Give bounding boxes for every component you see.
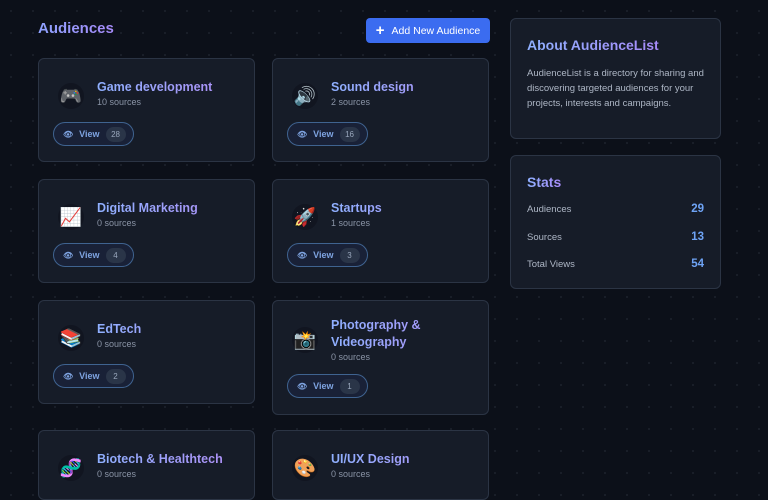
stat-value: 13: [691, 231, 704, 243]
eye-icon: 👁: [297, 250, 308, 260]
audience-sources: 0 sources: [97, 339, 137, 349]
gamepad-icon: 🎮: [58, 83, 84, 109]
speaker-icon: 🔊: [292, 83, 318, 109]
camera-icon: 📸: [292, 327, 318, 353]
audience-card-sound-design[interactable]: 🔊 Sound design 2 sources 👁 View 16: [272, 58, 489, 162]
page-title: Audiences: [38, 20, 114, 37]
audience-sources: 0 sources: [97, 469, 137, 479]
add-new-audience-button[interactable]: + Add New Audience: [366, 18, 490, 43]
view-label: View: [79, 129, 100, 139]
view-button[interactable]: 👁 View 4: [53, 243, 134, 267]
about-text: AudienceList is a directory for sharing …: [527, 68, 704, 109]
view-count-badge: 28: [105, 126, 126, 142]
view-button[interactable]: 👁 View 3: [287, 243, 368, 267]
audience-name[interactable]: UI/UX Design: [331, 451, 478, 468]
view-count-badge: 3: [339, 247, 360, 263]
about-title: About AudienceList: [527, 37, 659, 53]
stat-label: Total Views: [527, 258, 575, 270]
audience-name[interactable]: Digital Marketing: [97, 200, 244, 217]
chart-increasing-icon: 📈: [58, 204, 84, 230]
stat-row-audiences: Audiences 29: [527, 203, 704, 215]
view-button[interactable]: 👁 View 2: [53, 364, 134, 388]
audience-card-biotech-healthtech[interactable]: 🧬 Biotech & Healthtech 0 sources: [38, 430, 255, 500]
rocket-icon: 🚀: [292, 204, 318, 230]
view-button[interactable]: 👁 View 28: [53, 122, 134, 146]
view-label: View: [313, 250, 334, 260]
view-count-badge: 2: [105, 368, 126, 384]
audience-sources: 0 sources: [97, 218, 137, 228]
view-button[interactable]: 👁 View 16: [287, 122, 368, 146]
view-button[interactable]: 👁 View 1: [287, 374, 368, 398]
stat-label: Sources: [527, 231, 562, 243]
eye-icon: 👁: [297, 129, 308, 139]
view-label: View: [79, 371, 100, 381]
audience-name[interactable]: Startups: [331, 200, 478, 217]
plus-icon: +: [375, 21, 385, 39]
stat-label: Audiences: [527, 203, 572, 215]
view-count-badge: 1: [339, 378, 360, 394]
stat-value: 29: [691, 203, 704, 215]
audience-sources: 2 sources: [331, 97, 371, 107]
audience-name[interactable]: EdTech: [97, 321, 244, 338]
stat-row-sources: Sources 13: [527, 231, 704, 243]
audience-card-digital-marketing[interactable]: 📈 Digital Marketing 0 sources 👁 View 4: [38, 179, 255, 283]
books-icon: 📚: [58, 325, 84, 351]
view-count-badge: 16: [339, 126, 360, 142]
audience-name[interactable]: Biotech & Healthtech: [97, 451, 244, 468]
audience-sources: 0 sources: [331, 352, 371, 362]
audience-card-edtech[interactable]: 📚 EdTech 0 sources 👁 View 2: [38, 300, 255, 404]
eye-icon: 👁: [63, 371, 74, 381]
view-count-badge: 4: [105, 247, 126, 263]
audience-card-startups[interactable]: 🚀 Startups 1 sources 👁 View 3: [272, 179, 489, 283]
audience-card-ui-ux-design[interactable]: 🎨 UI/UX Design 0 sources: [272, 430, 489, 500]
audience-card-game-development[interactable]: 🎮 Game development 10 sources 👁 View 28: [38, 58, 255, 162]
audience-name[interactable]: Sound design: [331, 79, 478, 96]
eye-icon: 👁: [63, 250, 74, 260]
stats-title: Stats: [527, 174, 562, 190]
eye-icon: 👁: [297, 381, 308, 391]
stats-panel: Stats Audiences 29 Sources 13 Total View…: [510, 155, 721, 289]
dna-icon: 🧬: [58, 455, 84, 481]
audience-sources: 10 sources: [97, 97, 142, 107]
eye-icon: 👁: [63, 129, 74, 139]
stat-value: 54: [691, 258, 704, 270]
about-panel: About AudienceList AudienceList is a dir…: [510, 18, 721, 139]
view-label: View: [79, 250, 100, 260]
add-new-audience-label: Add New Audience: [391, 24, 481, 37]
palette-icon: 🎨: [292, 455, 318, 481]
stat-row-total-views: Total Views 54: [527, 258, 704, 270]
audience-card-photography-videography[interactable]: 📸 Photography & Videography 0 sources 👁 …: [272, 300, 489, 415]
audience-name[interactable]: Game development: [97, 79, 244, 96]
audience-name[interactable]: Photography & Videography: [331, 317, 478, 351]
view-label: View: [313, 381, 334, 391]
view-label: View: [313, 129, 334, 139]
audience-sources: 0 sources: [331, 469, 371, 479]
audience-sources: 1 sources: [331, 218, 371, 228]
